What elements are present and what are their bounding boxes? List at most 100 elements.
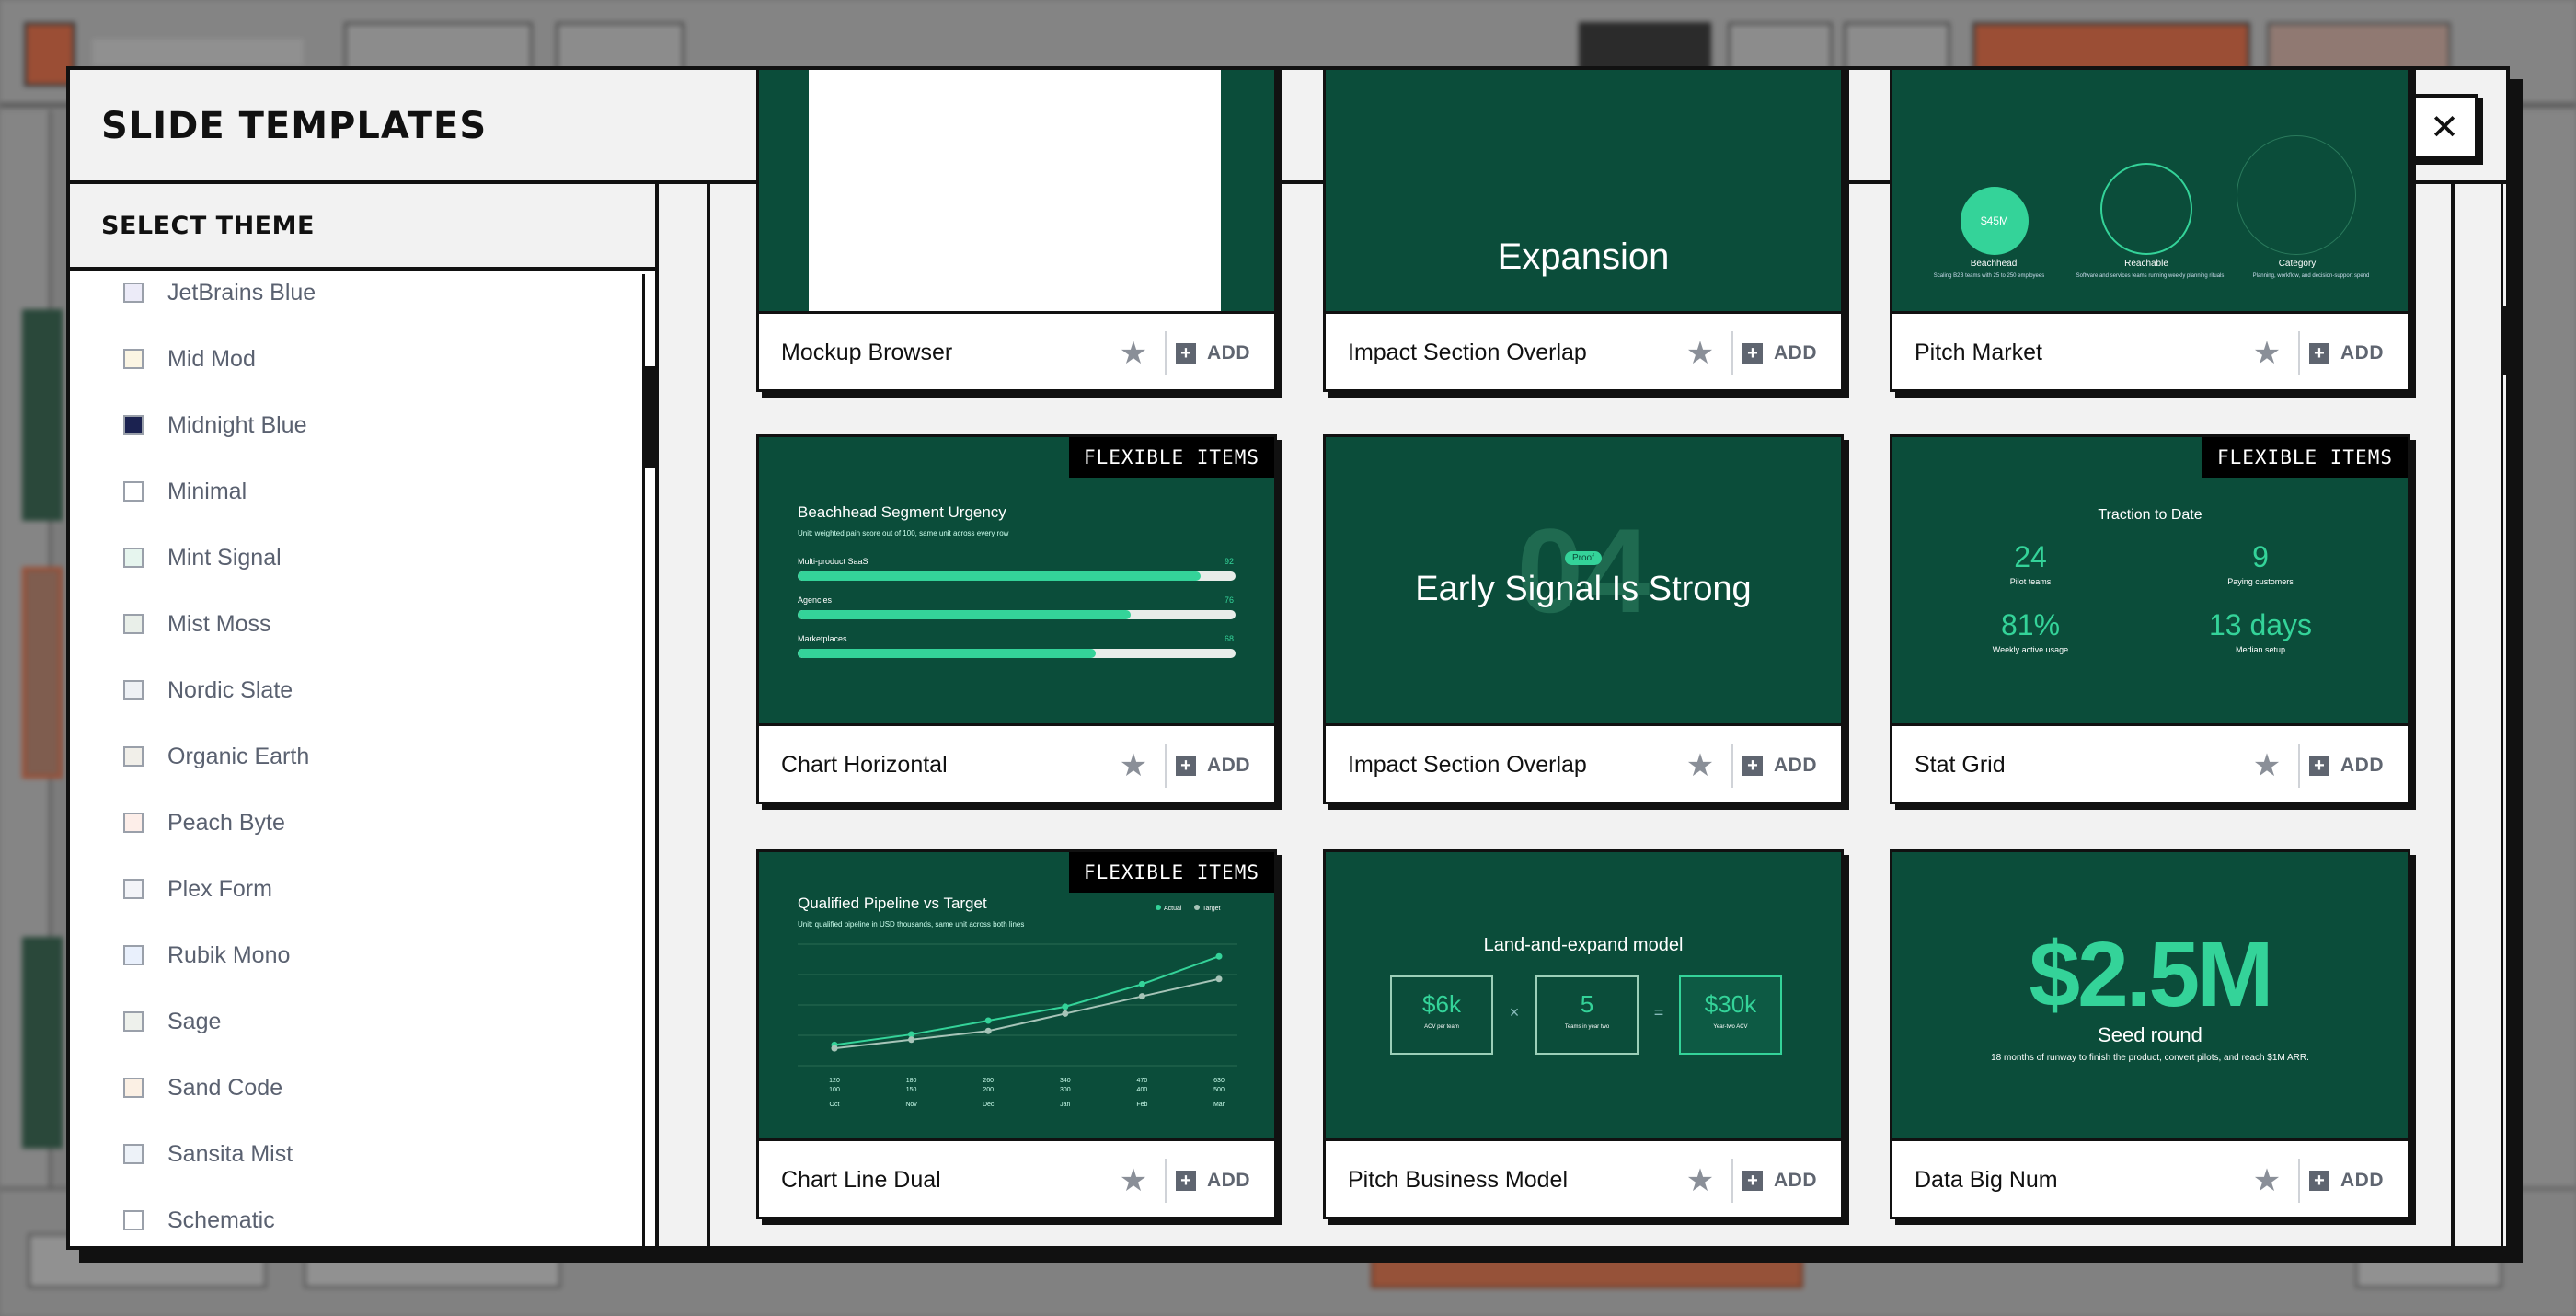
theme-label: Plex Form [167,875,272,902]
template-card-pitch-business-model[interactable]: Land-and-expand model $6k ACV per team ×… [1323,849,1844,1219]
theme-item[interactable]: Minimal [70,458,640,525]
theme-item[interactable]: Peach Byte [70,790,640,856]
add-button[interactable]: + ADD [1742,342,1841,364]
theme-item[interactable]: Mid Mod [70,326,640,392]
add-button[interactable]: + ADD [2309,342,2408,364]
bar-fill [798,610,1131,619]
plus-icon: + [1742,1170,1763,1191]
theme-checkbox[interactable] [123,1078,144,1098]
theme-checkbox[interactable] [123,1210,144,1230]
theme-checkbox[interactable] [123,548,144,568]
theme-item[interactable]: Organic Earth [70,723,640,790]
theme-sidebar: SELECT THEME JetBrains Blue Mid Mod Midnig… [70,184,659,1246]
card-footer: Pitch Business Model ★ + ADD [1326,1141,1841,1219]
big-number: $2.5M [2029,923,2274,1026]
theme-checkbox[interactable] [123,614,144,634]
theme-item[interactable]: Nordic Slate [70,657,640,723]
data-point [984,1017,992,1024]
star-icon[interactable]: ★ [2239,747,2294,784]
add-button[interactable]: + ADD [1742,755,1841,777]
theme-item[interactable]: Rubik Mono [70,922,640,988]
theme-item[interactable]: Sage [70,988,640,1055]
card-footer: Chart Horizontal ★ + ADD [759,726,1274,804]
add-button[interactable]: + ADD [1176,342,1274,364]
template-card-data-big-num[interactable]: $2.5M Seed round 18 months of runway to … [1890,849,2410,1219]
theme-item[interactable]: Midnight Blue [70,392,640,458]
theme-checkbox[interactable] [123,813,144,833]
theme-checkbox[interactable] [123,746,144,767]
theme-item[interactable]: Sand Code [70,1055,640,1121]
footer-divider [1731,330,1733,375]
theme-item[interactable]: Sansita Mist [70,1121,640,1187]
theme-checkbox[interactable] [123,415,144,435]
template-card-pitch-market[interactable]: $45M Beachhead Reachable Category Scalin… [1890,70,2410,392]
star-icon[interactable]: ★ [1106,335,1161,372]
theme-item[interactable]: JetBrains Blue [70,274,640,326]
star-icon[interactable]: ★ [1106,747,1161,784]
plus-icon: + [1742,755,1763,776]
stat-label: Paying customers [2227,577,2294,586]
card-preview: $45M Beachhead Reachable Category Scalin… [1892,70,2408,314]
add-button[interactable]: + ADD [1176,755,1274,777]
theme-checkbox[interactable] [123,945,144,965]
add-button[interactable]: + ADD [1742,1170,1841,1192]
theme-item[interactable]: Plex Form [70,856,640,922]
main-scrollbar[interactable] [2501,184,2506,1246]
star-icon[interactable]: ★ [1106,1162,1161,1199]
slide-title: Traction to Date [2098,507,2202,523]
card-name: Mockup Browser [781,340,953,365]
card-preview: Land-and-expand model $6k ACV per team ×… [1326,852,1841,1141]
theme-item[interactable]: Schematic [70,1187,640,1246]
template-card-impact-section-overlap[interactable]: 04 Proof Early Signal Is Strong Impact S… [1323,434,1844,804]
template-card-stat-grid[interactable]: FLEXIBLE ITEMS Traction to Date 24 Pilot… [1890,434,2410,804]
star-icon[interactable]: ★ [2239,335,2294,372]
template-card-mockup-browser[interactable]: Mockup Browser ★ + ADD [756,70,1277,392]
template-card-chart-line-dual[interactable]: FLEXIBLE ITEMS Qualified Pipeline vs Tar… [756,849,1277,1219]
close-button[interactable]: ✕ [2410,94,2478,160]
add-button[interactable]: + ADD [2309,755,2408,777]
theme-label: Sage [167,1008,222,1034]
plus-icon: + [2309,755,2329,776]
sidebar-scrollbar[interactable] [642,274,655,1246]
legend-label: Actual [1164,906,1182,912]
footer-divider [2298,743,2300,788]
theme-checkbox[interactable] [123,680,144,700]
add-button[interactable]: + ADD [2309,1170,2408,1192]
theme-list[interactable]: JetBrains Blue Mid Mod Midnight Blue Minima… [70,274,646,1246]
theme-checkbox[interactable] [123,481,144,502]
card-preview: $2.5M Seed round 18 months of runway to … [1892,852,2408,1141]
model-box-label: Teams in year two [1564,1024,1610,1030]
theme-label: Organic Earth [167,743,310,769]
theme-checkbox[interactable] [123,1144,144,1164]
card-preview: Expansion [1326,70,1841,314]
plus-icon: + [1742,342,1763,364]
theme-checkbox[interactable] [123,283,144,303]
theme-item[interactable]: Mist Moss [70,591,640,657]
star-icon[interactable]: ★ [1673,1162,1728,1199]
theme-checkbox[interactable] [123,879,144,899]
theme-label: Midnight Blue [167,411,307,438]
card-footer: Stat Grid ★ + ADD [1892,726,2408,804]
add-label: ADD [1774,1169,1817,1191]
add-label: ADD [1774,341,1817,364]
footer-divider [1731,743,1733,788]
stat-value: 9 [2252,540,2269,573]
theme-checkbox[interactable] [123,349,144,369]
add-label: ADD [2340,341,2384,364]
sidebar-scroll-thumb[interactable] [645,366,655,468]
data-label: 400 [1137,1087,1148,1093]
data-label: 500 [1213,1087,1225,1093]
card-preview: 04 Proof Early Signal Is Strong [1326,437,1841,726]
star-icon[interactable]: ★ [1673,747,1728,784]
add-button[interactable]: + ADD [1176,1170,1274,1192]
star-icon[interactable]: ★ [2239,1162,2294,1199]
stat-value: 24 [2014,540,2047,573]
market-circle-beachhead: $45M [1961,187,2029,255]
market-circle-reachable [2100,163,2192,255]
template-card-impact-section-overlap[interactable]: Expansion Impact Section Overlap ★ + ADD [1323,70,1844,392]
template-card-chart-horizontal[interactable]: FLEXIBLE ITEMS Beachhead Segment Urgency… [756,434,1277,804]
main-scroll-thumb[interactable] [2503,306,2506,375]
theme-item[interactable]: Mint Signal [70,525,640,591]
theme-checkbox[interactable] [123,1011,144,1032]
star-icon[interactable]: ★ [1673,335,1728,372]
